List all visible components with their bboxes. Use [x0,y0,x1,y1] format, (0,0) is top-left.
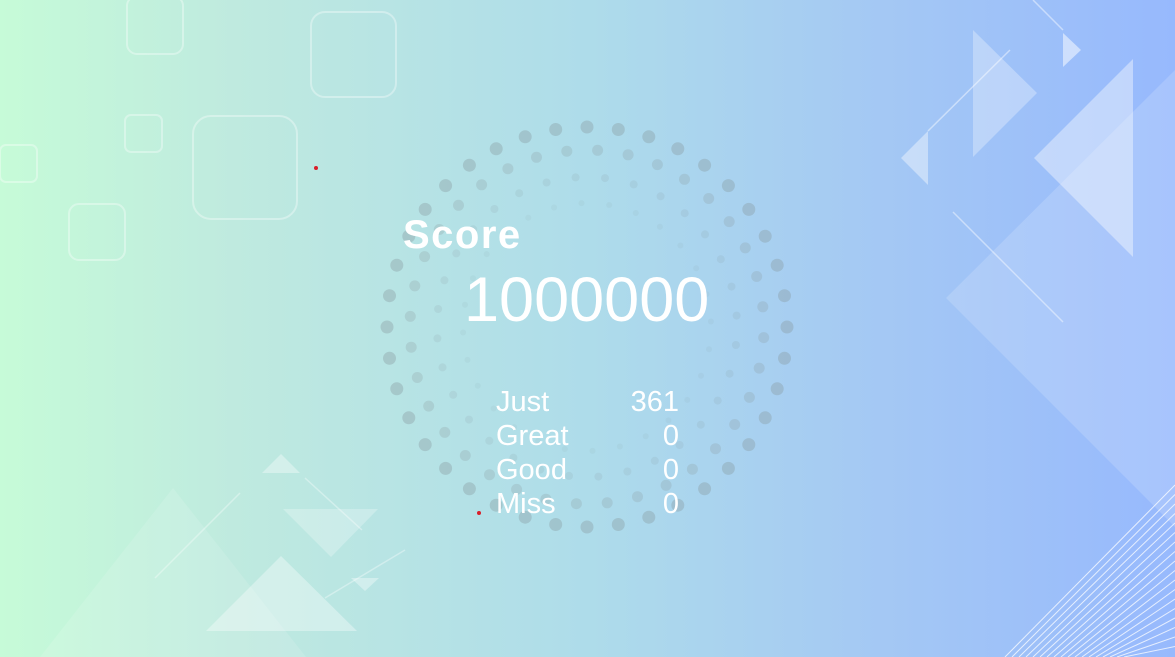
judgement-value-miss: 0 [662,488,679,520]
judgement-label-just: Just [496,386,550,418]
rounded-square-shapes [0,0,397,261]
cursor-marker [314,166,318,170]
judgement-label-miss: Miss [496,488,556,520]
judgement-label-great: Great [496,420,569,452]
cursor-marker [477,511,481,515]
score-value: 1000000 [464,265,710,335]
judgement-value-good: 0 [662,454,679,486]
triangle-shapes-left [40,454,406,657]
score-title: Score [403,213,522,257]
judgement-value-just: 361 [630,386,679,418]
fan-lines [1004,484,1175,657]
result-screen: Score 1000000 Just 361 Great 0 Good 0 Mi… [0,0,1175,657]
judgement-value-great: 0 [662,420,679,452]
judgement-label-good: Good [496,454,567,486]
triangle-shapes-right [901,0,1175,527]
